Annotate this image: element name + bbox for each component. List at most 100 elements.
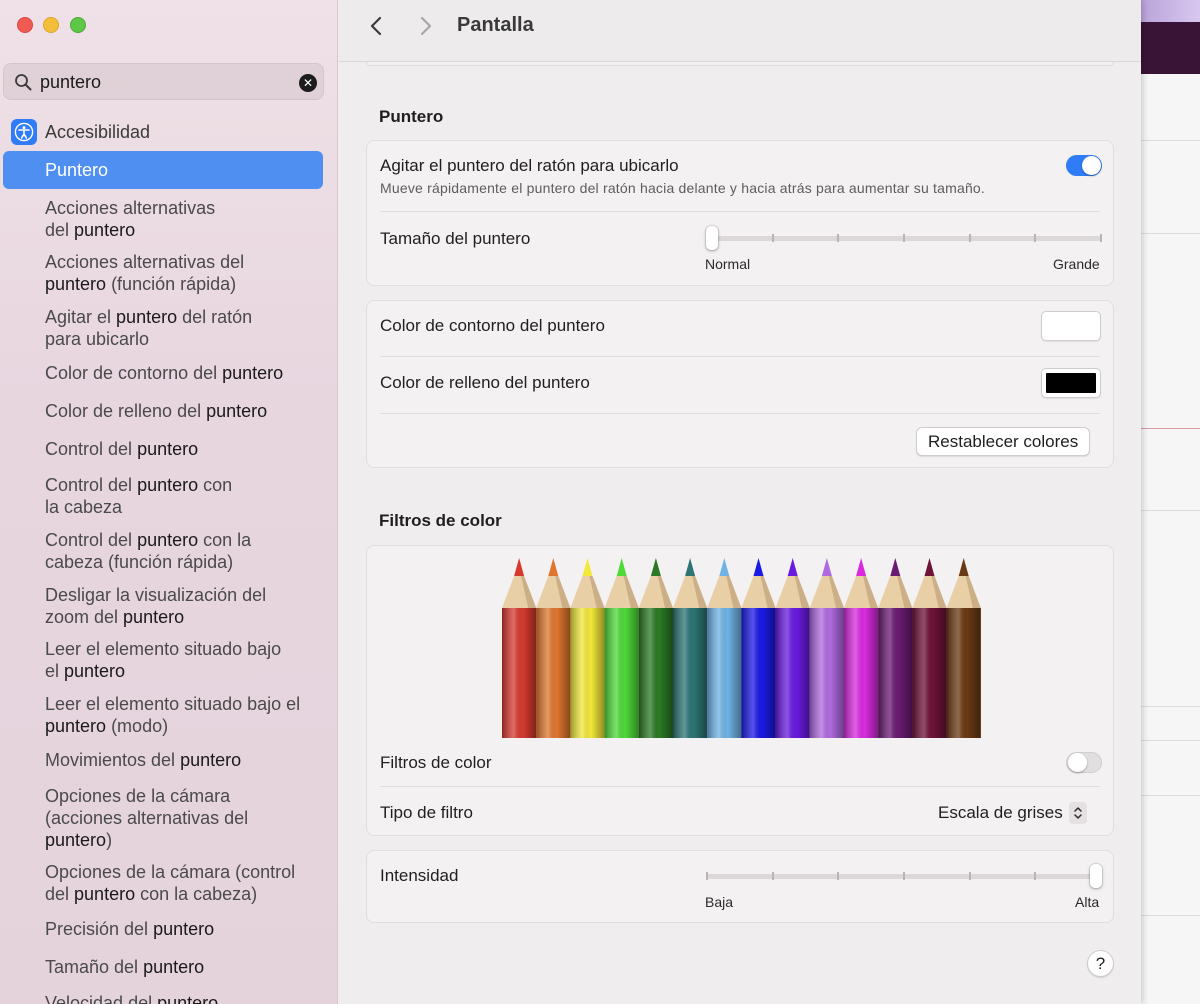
fill-color-well[interactable] [1041, 368, 1101, 398]
intensity-slider-tick [969, 872, 971, 880]
pointer-size-slider-tick [1034, 234, 1036, 242]
sidebar-item-label: Puntero [45, 160, 109, 180]
background-window [1140, 0, 1200, 1004]
section-title-color-filters: Filtros de color [379, 511, 502, 530]
sidebar-result-item[interactable]: Control del puntero [45, 438, 320, 460]
sidebar-result-item[interactable]: Velocidad del puntero [45, 992, 320, 1004]
sidebar-result-item[interactable]: Color de contorno del puntero [45, 362, 320, 384]
pointer-size-card: Agitar el puntero del ratón para ubicarl… [366, 140, 1114, 286]
filter-type-popup[interactable]: Escala de grises [938, 801, 1087, 825]
pencil [809, 558, 844, 738]
back-button[interactable] [363, 12, 389, 40]
sidebar-result-item[interactable]: Precisión del puntero [45, 918, 320, 940]
pointer-size-min-label: Normal [705, 256, 751, 272]
pointer-size-slider-tick [903, 234, 905, 242]
toolbar: Pantalla [339, 0, 1141, 62]
pointer-size-slider-thumb[interactable] [706, 226, 718, 250]
sidebar-result-item[interactable]: Tamaño del puntero [45, 956, 320, 978]
intensity-slider[interactable] [706, 861, 1102, 901]
pencil [604, 558, 639, 738]
sidebar-result-line: Control del puntero [45, 439, 199, 459]
sidebar-result-line: Tamaño del puntero [45, 957, 205, 977]
color-filters-label: Filtros de color [380, 753, 492, 772]
pointer-size-slider-tick [837, 234, 839, 242]
zoom-window-button[interactable] [70, 17, 86, 33]
filter-type-label: Tipo de filtro [380, 803, 473, 822]
accessibility-icon [11, 119, 37, 145]
content-pane: Pantalla Puntero Agitar el puntero del r… [339, 0, 1141, 1004]
sidebar-result-line: puntero (modo) [45, 716, 169, 736]
pencil [673, 558, 708, 738]
intensity-slider-tick [706, 872, 708, 880]
intensity-slider-tick [772, 872, 774, 880]
sidebar-result-item[interactable]: Movimientos del puntero [45, 749, 320, 771]
intensity-card: Intensidad Baja Alta [366, 850, 1114, 923]
page-title: Pantalla [457, 14, 534, 36]
search-icon [15, 74, 32, 91]
sidebar-result-item[interactable]: Opciones de la cámara (acciones alternati… [45, 785, 320, 851]
sidebar-result-line: del puntero con la cabeza) [45, 884, 258, 904]
sidebar-result-line: Leer el elemento situado bajo [45, 639, 282, 659]
pencil [707, 558, 742, 738]
sidebar-result-line: del puntero [45, 220, 136, 240]
pointer-colors-card: Color de contorno del puntero Color de r… [366, 300, 1114, 468]
sidebar-result-item[interactable]: Leer el elemento situado bajo el puntero [45, 638, 320, 682]
sidebar-result-item[interactable]: Color de relleno del puntero [45, 400, 320, 422]
pencil [741, 558, 776, 738]
sidebar-result-line: Movimientos del puntero [45, 750, 242, 770]
intensity-slider-tick [1034, 872, 1036, 880]
outline-color-well[interactable] [1041, 311, 1101, 341]
sidebar-result-line: la cabeza [45, 497, 123, 517]
sidebar-result-item[interactable]: Desligar la visualización del zoom del pu… [45, 584, 320, 628]
pencil [878, 558, 913, 738]
sidebar-result-line: Control del puntero con la [45, 530, 252, 550]
sidebar-category-accessibility[interactable]: Accesibilidad [11, 118, 150, 146]
sidebar-result-line: Velocidad del puntero [45, 993, 219, 1004]
sidebar-result-item[interactable]: Opciones de la cámara (control del punter… [45, 861, 320, 905]
sidebar-result-line: Opciones de la cámara [45, 786, 231, 806]
pencil [912, 558, 947, 738]
search-field[interactable]: ✕ [3, 63, 324, 100]
sidebar-result-line: zoom del puntero [45, 607, 185, 627]
intensity-min-label: Baja [705, 894, 734, 910]
pencil [775, 558, 810, 738]
fill-color-swatch [1046, 373, 1096, 393]
reset-colors-button[interactable]: Restablecer colores [916, 427, 1091, 456]
sidebar-category-label: Accesibilidad [45, 121, 151, 142]
minimize-window-button[interactable] [43, 17, 59, 33]
fill-color-label: Color de relleno del puntero [380, 373, 590, 392]
help-button[interactable]: ? [1087, 950, 1114, 977]
pointer-size-slider-tick [969, 234, 971, 242]
sidebar-result-item[interactable]: Leer el elemento situado bajo el puntero … [45, 693, 320, 737]
search-input[interactable] [40, 70, 290, 94]
intensity-slider-tick [903, 872, 905, 880]
close-window-button[interactable] [17, 17, 33, 33]
section-title-puntero: Puntero [379, 107, 444, 126]
sidebar-result-item[interactable]: Control del puntero con la cabeza [45, 474, 320, 518]
filter-type-value: Escala de grises [938, 803, 1063, 822]
color-filters-toggle[interactable] [1066, 752, 1102, 773]
intensity-slider-thumb[interactable] [1090, 864, 1102, 888]
sidebar-result-item[interactable]: Acciones alternativas del puntero [45, 197, 320, 241]
intensity-slider-tick [837, 872, 839, 880]
forward-button[interactable] [413, 12, 439, 40]
outline-color-label: Color de contorno del puntero [380, 316, 605, 335]
pencil [570, 558, 605, 738]
shake-pointer-toggle[interactable] [1066, 155, 1102, 176]
color-filters-card: Filtros de color Tipo de filtro Escala d… [366, 545, 1114, 836]
sidebar-result-item[interactable]: Agitar el puntero del ratón para ubicarlo [45, 306, 320, 350]
pointer-size-slider[interactable] [706, 223, 1102, 263]
pencil [536, 558, 571, 738]
sidebar-item-puntero[interactable]: Puntero [3, 151, 323, 189]
sidebar-result-item[interactable]: Control del puntero con la cabeza (funció… [45, 529, 320, 573]
pointer-size-slider-tick [1100, 234, 1102, 242]
sidebar-result-item[interactable]: Acciones alternativas del puntero (funció… [45, 251, 320, 295]
color-pencils-image [502, 558, 981, 738]
sidebar: ✕ Accesibilidad Puntero Acciones alterna… [0, 0, 338, 1004]
intensity-max-label: Alta [1075, 894, 1100, 910]
sidebar-result-line: Precisión del puntero [45, 919, 215, 939]
sidebar-result-line: el puntero [45, 661, 126, 681]
sidebar-result-line: Leer el elemento situado bajo el [45, 694, 301, 714]
popup-chevrons-icon [1068, 802, 1087, 824]
clear-search-icon[interactable]: ✕ [299, 74, 317, 92]
